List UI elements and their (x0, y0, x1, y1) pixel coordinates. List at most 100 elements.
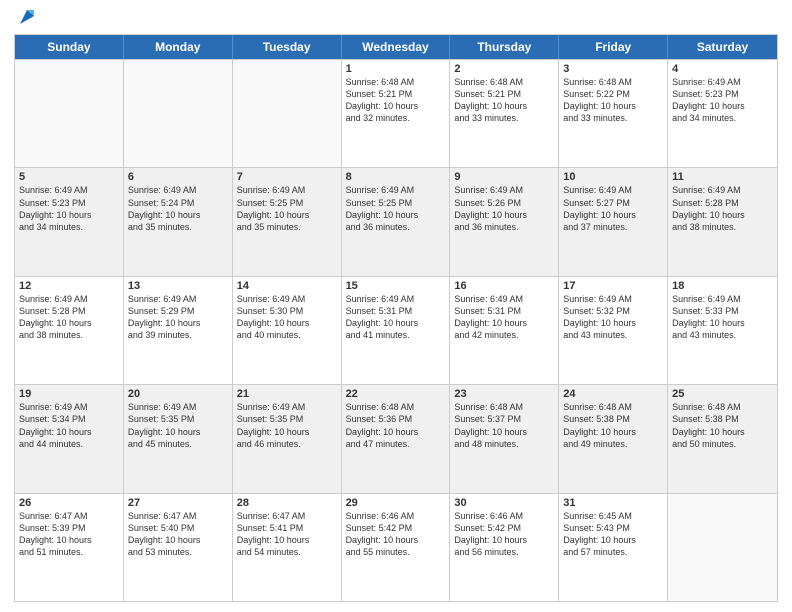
day-number: 11 (672, 171, 773, 183)
day-number: 30 (454, 497, 554, 509)
week-row-5: 26Sunrise: 6:47 AM Sunset: 5:39 PM Dayli… (15, 493, 777, 601)
day-info: Sunrise: 6:49 AM Sunset: 5:33 PM Dayligh… (672, 293, 773, 342)
week-row-4: 19Sunrise: 6:49 AM Sunset: 5:34 PM Dayli… (15, 384, 777, 492)
logo (14, 10, 38, 28)
cal-cell: 2Sunrise: 6:48 AM Sunset: 5:21 PM Daylig… (450, 60, 559, 167)
day-info: Sunrise: 6:47 AM Sunset: 5:40 PM Dayligh… (128, 510, 228, 559)
cal-cell (668, 494, 777, 601)
day-number: 8 (346, 171, 446, 183)
day-number: 14 (237, 280, 337, 292)
day-number: 3 (563, 63, 663, 75)
header-cell-monday: Monday (124, 35, 233, 59)
cal-cell: 21Sunrise: 6:49 AM Sunset: 5:35 PM Dayli… (233, 385, 342, 492)
day-info: Sunrise: 6:49 AM Sunset: 5:34 PM Dayligh… (19, 401, 119, 450)
calendar-header: SundayMondayTuesdayWednesdayThursdayFrid… (15, 35, 777, 59)
day-info: Sunrise: 6:47 AM Sunset: 5:39 PM Dayligh… (19, 510, 119, 559)
day-info: Sunrise: 6:49 AM Sunset: 5:24 PM Dayligh… (128, 184, 228, 233)
cal-cell: 10Sunrise: 6:49 AM Sunset: 5:27 PM Dayli… (559, 168, 668, 275)
cal-cell: 31Sunrise: 6:45 AM Sunset: 5:43 PM Dayli… (559, 494, 668, 601)
day-info: Sunrise: 6:46 AM Sunset: 5:42 PM Dayligh… (346, 510, 446, 559)
day-number: 28 (237, 497, 337, 509)
day-number: 9 (454, 171, 554, 183)
day-info: Sunrise: 6:49 AM Sunset: 5:29 PM Dayligh… (128, 293, 228, 342)
day-info: Sunrise: 6:49 AM Sunset: 5:31 PM Dayligh… (454, 293, 554, 342)
day-info: Sunrise: 6:48 AM Sunset: 5:37 PM Dayligh… (454, 401, 554, 450)
week-row-3: 12Sunrise: 6:49 AM Sunset: 5:28 PM Dayli… (15, 276, 777, 384)
day-info: Sunrise: 6:49 AM Sunset: 5:25 PM Dayligh… (346, 184, 446, 233)
day-number: 29 (346, 497, 446, 509)
day-number: 15 (346, 280, 446, 292)
cal-cell: 9Sunrise: 6:49 AM Sunset: 5:26 PM Daylig… (450, 168, 559, 275)
header-cell-wednesday: Wednesday (342, 35, 451, 59)
day-info: Sunrise: 6:45 AM Sunset: 5:43 PM Dayligh… (563, 510, 663, 559)
cal-cell: 14Sunrise: 6:49 AM Sunset: 5:30 PM Dayli… (233, 277, 342, 384)
day-number: 1 (346, 63, 446, 75)
day-info: Sunrise: 6:49 AM Sunset: 5:35 PM Dayligh… (128, 401, 228, 450)
day-number: 22 (346, 388, 446, 400)
day-number: 31 (563, 497, 663, 509)
cal-cell: 28Sunrise: 6:47 AM Sunset: 5:41 PM Dayli… (233, 494, 342, 601)
day-number: 21 (237, 388, 337, 400)
cal-cell: 4Sunrise: 6:49 AM Sunset: 5:23 PM Daylig… (668, 60, 777, 167)
header-cell-thursday: Thursday (450, 35, 559, 59)
day-info: Sunrise: 6:49 AM Sunset: 5:23 PM Dayligh… (672, 76, 773, 125)
cal-cell: 13Sunrise: 6:49 AM Sunset: 5:29 PM Dayli… (124, 277, 233, 384)
day-number: 4 (672, 63, 773, 75)
cal-cell: 17Sunrise: 6:49 AM Sunset: 5:32 PM Dayli… (559, 277, 668, 384)
day-info: Sunrise: 6:48 AM Sunset: 5:38 PM Dayligh… (672, 401, 773, 450)
cal-cell: 1Sunrise: 6:48 AM Sunset: 5:21 PM Daylig… (342, 60, 451, 167)
day-number: 16 (454, 280, 554, 292)
day-number: 25 (672, 388, 773, 400)
week-row-1: 1 Sunrise: 6:48 AM Sunset: 5:21 PM Daylig… (15, 59, 777, 167)
cal-cell (124, 60, 233, 167)
cal-cell: 12Sunrise: 6:49 AM Sunset: 5:28 PM Dayli… (15, 277, 124, 384)
cal-cell: 8Sunrise: 6:49 AM Sunset: 5:25 PM Daylig… (342, 168, 451, 275)
header (14, 10, 778, 28)
day-info: Sunrise: 6:49 AM Sunset: 5:31 PM Dayligh… (346, 293, 446, 342)
day-number: 20 (128, 388, 228, 400)
day-info: Sunrise: 6:49 AM Sunset: 5:28 PM Dayligh… (672, 184, 773, 233)
cal-cell: 3Sunrise: 6:48 AM Sunset: 5:22 PM Daylig… (559, 60, 668, 167)
cal-cell: 11Sunrise: 6:49 AM Sunset: 5:28 PM Dayli… (668, 168, 777, 275)
cal-cell: 30Sunrise: 6:46 AM Sunset: 5:42 PM Dayli… (450, 494, 559, 601)
cal-cell: 22Sunrise: 6:48 AM Sunset: 5:36 PM Dayli… (342, 385, 451, 492)
page: SundayMondayTuesdayWednesdayThursdayFrid… (0, 0, 792, 612)
cal-cell: 15Sunrise: 6:49 AM Sunset: 5:31 PM Dayli… (342, 277, 451, 384)
day-info: Sunrise: 6:48 AM Sunset: 5:36 PM Dayligh… (346, 401, 446, 450)
day-number: 6 (128, 171, 228, 183)
day-number: 13 (128, 280, 228, 292)
cal-cell: 26Sunrise: 6:47 AM Sunset: 5:39 PM Dayli… (15, 494, 124, 601)
calendar: SundayMondayTuesdayWednesdayThursdayFrid… (14, 34, 778, 602)
day-number: 10 (563, 171, 663, 183)
day-number: 24 (563, 388, 663, 400)
day-number: 26 (19, 497, 119, 509)
cal-cell: 6Sunrise: 6:49 AM Sunset: 5:24 PM Daylig… (124, 168, 233, 275)
day-info: Sunrise: 6:46 AM Sunset: 5:42 PM Dayligh… (454, 510, 554, 559)
day-number: 12 (19, 280, 119, 292)
day-number: 7 (237, 171, 337, 183)
day-info: Sunrise: 6:49 AM Sunset: 5:30 PM Dayligh… (237, 293, 337, 342)
day-info: Sunrise: 6:49 AM Sunset: 5:27 PM Dayligh… (563, 184, 663, 233)
cal-cell: 29Sunrise: 6:46 AM Sunset: 5:42 PM Dayli… (342, 494, 451, 601)
day-info: Sunrise: 6:49 AM Sunset: 5:23 PM Dayligh… (19, 184, 119, 233)
header-cell-friday: Friday (559, 35, 668, 59)
cal-cell: 20Sunrise: 6:49 AM Sunset: 5:35 PM Dayli… (124, 385, 233, 492)
day-info: Sunrise: 6:49 AM Sunset: 5:32 PM Dayligh… (563, 293, 663, 342)
day-info: Sunrise: 6:49 AM Sunset: 5:35 PM Dayligh… (237, 401, 337, 450)
day-info: Sunrise: 6:48 AM Sunset: 5:21 PM Dayligh… (454, 76, 554, 125)
day-info: Sunrise: 6:49 AM Sunset: 5:25 PM Dayligh… (237, 184, 337, 233)
cal-cell: 25Sunrise: 6:48 AM Sunset: 5:38 PM Dayli… (668, 385, 777, 492)
day-info: Sunrise: 6:48 AM Sunset: 5:38 PM Dayligh… (563, 401, 663, 450)
day-number: 17 (563, 280, 663, 292)
day-number: 19 (19, 388, 119, 400)
cal-cell: 19Sunrise: 6:49 AM Sunset: 5:34 PM Dayli… (15, 385, 124, 492)
day-info: Sunrise: 6:49 AM Sunset: 5:28 PM Dayligh… (19, 293, 119, 342)
cal-cell: 7Sunrise: 6:49 AM Sunset: 5:25 PM Daylig… (233, 168, 342, 275)
day-number: 27 (128, 497, 228, 509)
day-info: Sunrise: 6:49 AM Sunset: 5:26 PM Dayligh… (454, 184, 554, 233)
cal-cell: 5Sunrise: 6:49 AM Sunset: 5:23 PM Daylig… (15, 168, 124, 275)
day-number: 5 (19, 171, 119, 183)
day-info: Sunrise: 6:47 AM Sunset: 5:41 PM Dayligh… (237, 510, 337, 559)
header-cell-tuesday: Tuesday (233, 35, 342, 59)
cal-cell (233, 60, 342, 167)
